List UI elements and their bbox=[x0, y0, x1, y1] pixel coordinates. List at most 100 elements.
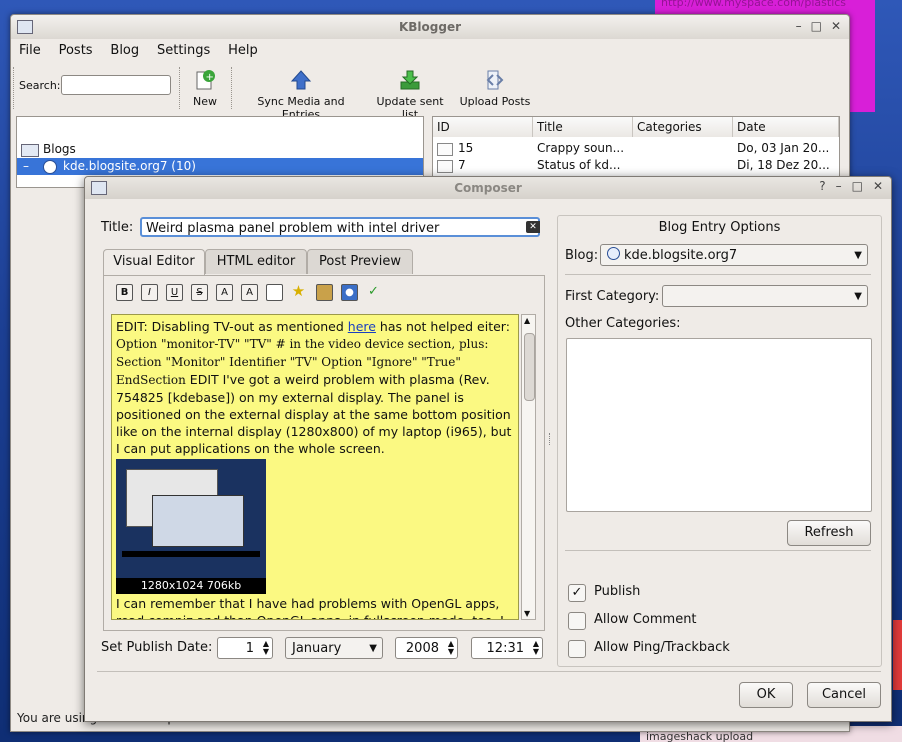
maximize-icon[interactable]: □ bbox=[811, 19, 822, 33]
spin-arrows-icon[interactable]: ▲ ▼ bbox=[533, 640, 539, 656]
post-icon bbox=[437, 160, 453, 173]
title-label: Title: bbox=[101, 220, 134, 235]
post-editor[interactable]: EDIT: Disabling TV-out as mentioned here… bbox=[111, 314, 519, 620]
close-icon[interactable]: ✕ bbox=[831, 19, 841, 33]
menu-posts[interactable]: Posts bbox=[59, 41, 93, 61]
toolbar-separator-2 bbox=[231, 67, 234, 109]
sync-up-arrow-icon bbox=[290, 69, 312, 91]
clear-text-icon[interactable]: ✕ bbox=[526, 221, 540, 233]
underline-button[interactable]: U bbox=[166, 284, 183, 301]
tree-root-label: Blogs bbox=[43, 142, 76, 156]
composer-dialog: Composer ? – □ ✕ Title: Weird plasma pan… bbox=[84, 176, 892, 722]
editor-text-continued: I can remember that I have had problems … bbox=[116, 596, 504, 619]
svg-text:+: + bbox=[206, 72, 214, 83]
col-header-categories[interactable]: Categories bbox=[633, 117, 733, 137]
minimize-icon[interactable]: – bbox=[836, 179, 842, 193]
allow-ping-checkbox[interactable] bbox=[568, 640, 586, 658]
blog-globe-icon bbox=[607, 247, 620, 260]
menu-file[interactable]: File bbox=[19, 41, 41, 61]
scroll-thumb[interactable] bbox=[524, 333, 535, 401]
new-button[interactable]: + New bbox=[187, 69, 223, 108]
spin-arrows-icon[interactable]: ▲ ▼ bbox=[263, 640, 269, 656]
menu-blog[interactable]: Blog bbox=[110, 41, 139, 61]
blog-select-value: kde.blogsite.org7 bbox=[624, 248, 738, 263]
new-label: New bbox=[193, 95, 217, 108]
scroll-down-icon[interactable]: ▼ bbox=[524, 609, 530, 618]
editor-text-intro: EDIT: Disabling TV-out as mentioned bbox=[116, 319, 348, 334]
sync-button[interactable]: Sync Media and Entries bbox=[239, 69, 363, 121]
cancel-button[interactable]: Cancel bbox=[807, 682, 881, 708]
search-label: Search: bbox=[19, 79, 61, 92]
search-input[interactable] bbox=[61, 75, 171, 95]
col-header-date[interactable]: Date bbox=[733, 117, 839, 137]
strikethrough-button[interactable]: S bbox=[191, 284, 208, 301]
tree-root-row[interactable]: Blogs bbox=[17, 141, 423, 158]
tab-post-preview[interactable]: Post Preview bbox=[307, 249, 413, 274]
col-header-id[interactable]: ID bbox=[433, 117, 533, 137]
splitter-handle[interactable] bbox=[549, 433, 554, 445]
ok-button[interactable]: OK bbox=[739, 682, 793, 708]
here-link[interactable]: here bbox=[348, 319, 376, 334]
star-add-icon[interactable]: ★ bbox=[291, 284, 306, 299]
tab-html-editor[interactable]: HTML editor bbox=[205, 249, 307, 274]
maximize-icon[interactable]: □ bbox=[852, 179, 863, 193]
post-id: 7 bbox=[458, 158, 466, 172]
post-title: Crappy soun... bbox=[537, 141, 625, 155]
desktop-red-strip bbox=[893, 620, 902, 690]
other-categories-label: Other Categories: bbox=[565, 316, 681, 331]
help-icon[interactable]: ? bbox=[819, 179, 825, 193]
year-spinbox[interactable]: 2008 ▲ ▼ bbox=[395, 637, 458, 659]
publish-label[interactable]: Publish bbox=[594, 584, 640, 599]
table-row[interactable]: 7 Status of kd... Di, 18 Dez 20... bbox=[433, 157, 839, 174]
add-image-icon[interactable] bbox=[316, 284, 333, 301]
tab-visual-editor[interactable]: Visual Editor bbox=[103, 249, 205, 276]
editor-scrollbar[interactable]: ▲ ▼ bbox=[521, 314, 536, 620]
bold-button[interactable]: B bbox=[116, 284, 133, 301]
menubar: File Posts Blog Settings Help bbox=[11, 41, 849, 61]
upload-posts-button[interactable]: Upload Posts bbox=[459, 69, 531, 108]
main-window-title: KBlogger bbox=[398, 20, 462, 34]
allow-ping-label[interactable]: Allow Ping/Trackback bbox=[594, 640, 730, 655]
spellcheck-icon[interactable]: ✓ bbox=[366, 284, 381, 299]
toolbar-grip[interactable] bbox=[13, 67, 16, 109]
visual-editor-panel: B I U S A A ★ ● ✓ EDIT: Disabling TV-out… bbox=[103, 275, 545, 631]
scroll-up-icon[interactable]: ▲ bbox=[524, 316, 530, 325]
tree-blog-row[interactable]: – kde.blogsite.org7 (10) bbox=[17, 158, 423, 175]
day-spinbox[interactable]: 1 ▲ ▼ bbox=[217, 637, 273, 659]
blogs-root-icon bbox=[21, 144, 39, 157]
font-size-up-button[interactable]: A bbox=[216, 284, 233, 301]
minimize-icon[interactable]: – bbox=[796, 19, 802, 33]
blog-select[interactable]: kde.blogsite.org7 ▼ bbox=[600, 244, 868, 266]
publish-checkbox[interactable]: ✓ bbox=[568, 584, 586, 602]
year-value: 2008 bbox=[405, 641, 439, 656]
table-row[interactable]: 15 Crappy soun... Do, 03 Jan 20... bbox=[433, 140, 839, 157]
code-page-icon[interactable] bbox=[266, 284, 283, 301]
time-spinbox[interactable]: 12:31 ▲ ▼ bbox=[471, 637, 543, 659]
first-category-select[interactable]: ▼ bbox=[662, 285, 868, 307]
col-header-title[interactable]: Title bbox=[533, 117, 633, 137]
close-icon[interactable]: ✕ bbox=[873, 179, 883, 193]
refresh-button[interactable]: Refresh bbox=[787, 520, 871, 546]
month-select[interactable]: January ▼ bbox=[285, 637, 383, 659]
menu-settings[interactable]: Settings bbox=[157, 41, 210, 61]
add-link-icon[interactable]: ● bbox=[341, 284, 358, 301]
composer-titlebar[interactable]: Composer ? – □ ✕ bbox=[85, 177, 891, 199]
italic-button[interactable]: I bbox=[141, 284, 158, 301]
composer-title: Composer bbox=[454, 181, 522, 195]
title-input[interactable]: Weird plasma panel problem with intel dr… bbox=[140, 217, 540, 237]
font-size-down-button[interactable]: A bbox=[241, 284, 258, 301]
post-id: 15 bbox=[458, 141, 474, 155]
allow-comment-label[interactable]: Allow Comment bbox=[594, 612, 697, 627]
tree-collapse-icon[interactable]: – bbox=[23, 158, 29, 175]
allow-comment-checkbox[interactable] bbox=[568, 612, 586, 630]
image-caption: 1280x1024 706kb bbox=[116, 578, 266, 594]
screenshot-image[interactable]: 1280x1024 706kb bbox=[116, 459, 266, 594]
other-categories-list[interactable] bbox=[566, 338, 872, 512]
post-icon bbox=[437, 143, 453, 156]
main-titlebar[interactable]: KBlogger – □ ✕ bbox=[11, 15, 849, 39]
spin-arrows-icon[interactable]: ▲ ▼ bbox=[448, 640, 454, 656]
new-post-icon: + bbox=[194, 69, 216, 91]
update-sent-button[interactable]: Update sent list bbox=[367, 69, 453, 121]
menu-help[interactable]: Help bbox=[228, 41, 258, 61]
options-group-title: Blog Entry Options bbox=[658, 220, 781, 235]
